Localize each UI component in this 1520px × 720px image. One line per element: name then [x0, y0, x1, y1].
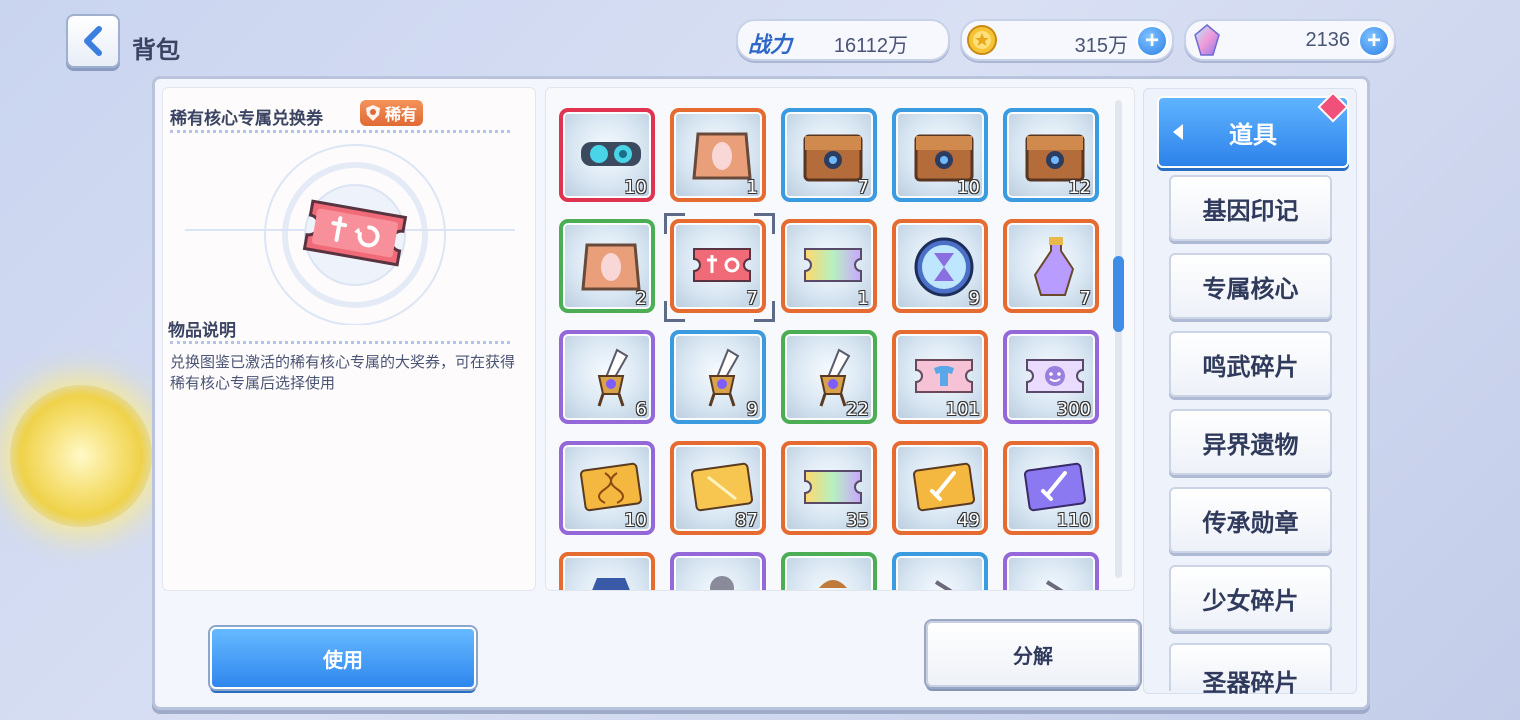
selection-bracket: [754, 301, 775, 322]
item-grid: 10 1 7 10 12 2 7 1 9 7 6 9 22 101 300 10 87 35 49 110: [545, 87, 1135, 591]
rarity-label: 稀有: [385, 107, 418, 124]
inventory-slot[interactable]: [559, 552, 655, 590]
item-quantity: 35: [846, 510, 869, 531]
category-label: 少女碎片: [1202, 587, 1299, 615]
item-quantity: 10: [957, 177, 980, 198]
item-quantity: 49: [957, 510, 980, 531]
inventory-slot[interactable]: 1: [670, 108, 766, 202]
selection-bracket: [754, 213, 775, 234]
inventory-slot[interactable]: 12: [1003, 108, 1099, 202]
item-quantity: 7: [857, 177, 869, 198]
category-tab[interactable]: 异界遗物: [1169, 409, 1332, 475]
item-quantity: 12: [1068, 177, 1091, 198]
inventory-slot[interactable]: 10: [559, 108, 655, 202]
decompose-button[interactable]: 分解: [926, 621, 1140, 687]
inventory-slot[interactable]: 300: [1003, 330, 1099, 424]
inventory-slot[interactable]: 35: [781, 441, 877, 535]
power-display: 战力 16112万: [736, 19, 950, 61]
gold-display: 315万 +: [960, 19, 1174, 61]
item-quantity: 101: [945, 399, 980, 420]
item-quantity: 9: [746, 399, 758, 420]
divider: [170, 341, 510, 344]
rarity-badge: 稀有: [360, 100, 424, 126]
item-quantity: 1: [746, 177, 758, 198]
grid-scrollbar[interactable]: [1115, 100, 1122, 578]
selection-bracket: [664, 213, 685, 234]
chevron-left-icon: [84, 26, 102, 56]
category-label: 异界遗物: [1202, 431, 1299, 459]
rarity-shield-icon: [366, 105, 380, 121]
category-tab[interactable]: 少女碎片: [1169, 565, 1332, 631]
inventory-slot[interactable]: 2: [559, 219, 655, 313]
inventory-slot[interactable]: 10: [892, 108, 988, 202]
category-tab[interactable]: 鸣武碎片: [1169, 331, 1332, 397]
item-quantity: 22: [846, 399, 869, 420]
category-label: 道具: [1229, 121, 1277, 149]
exchange-ticket-icon: [302, 199, 408, 267]
inventory-slot[interactable]: 101: [892, 330, 988, 424]
category-tab[interactable]: 基因印记: [1169, 175, 1332, 241]
gem-display: 2136 +: [1184, 19, 1396, 61]
item-name: 稀有核心专属兑换券: [170, 109, 323, 128]
item-quantity: 300: [1056, 399, 1091, 420]
category-label: 圣器碎片: [1202, 670, 1299, 697]
power-label: 战力: [748, 32, 793, 57]
use-button[interactable]: 使用: [210, 627, 476, 689]
inventory-slot[interactable]: 7: [1003, 219, 1099, 313]
inventory-slot[interactable]: 7: [781, 108, 877, 202]
category-tab[interactable]: 传承勋章: [1169, 487, 1332, 553]
gem-value: 2136: [1305, 29, 1351, 51]
gold-value: 315万: [1074, 35, 1128, 57]
sparkle-orb-icon: [10, 385, 152, 527]
grid-scroll-thumb[interactable]: [1113, 256, 1124, 332]
item-quantity: 110: [1056, 510, 1091, 531]
category-label: 基因印记: [1202, 197, 1299, 225]
inventory-slot[interactable]: 87: [670, 441, 766, 535]
add-gem-button[interactable]: +: [1358, 25, 1390, 57]
category-label: 鸣武碎片: [1202, 353, 1299, 381]
inventory-slot[interactable]: 10: [559, 441, 655, 535]
item-quantity: 2: [635, 288, 647, 309]
category-label: 专属核心: [1202, 275, 1299, 303]
crystal-gem-icon: [1194, 24, 1220, 56]
inventory-slot[interactable]: 110: [1003, 441, 1099, 535]
category-tab[interactable]: 圣器碎片: [1169, 643, 1332, 697]
inventory-slot[interactable]: [892, 552, 988, 590]
inventory-slot[interactable]: 22: [781, 330, 877, 424]
triangle-left-icon: [1173, 124, 1183, 140]
power-value: 16112万: [833, 35, 908, 57]
description-title: 物品说明: [168, 321, 236, 340]
inventory-slot[interactable]: 49: [892, 441, 988, 535]
item-quantity: 10: [624, 510, 647, 531]
item-quantity: 9: [968, 288, 980, 309]
item-quantity: 7: [1079, 288, 1091, 309]
gold-coin-icon: [967, 25, 997, 55]
inventory-slot[interactable]: [670, 552, 766, 590]
inventory-slot[interactable]: [1003, 552, 1099, 590]
inventory-slot[interactable]: [781, 552, 877, 590]
item-quantity: 87: [735, 510, 758, 531]
inventory-slot[interactable]: 9: [892, 219, 988, 313]
selection-bracket: [664, 301, 685, 322]
item-quantity: 10: [624, 177, 647, 198]
add-gold-button[interactable]: +: [1136, 25, 1168, 57]
item-quantity: 1: [857, 288, 869, 309]
page-title: 背包: [132, 37, 180, 64]
divider: [170, 130, 510, 133]
back-button[interactable]: [66, 14, 120, 68]
category-tab[interactable]: 专属核心: [1169, 253, 1332, 319]
item-quantity: 6: [635, 399, 647, 420]
category-label: 传承勋章: [1202, 509, 1299, 537]
item-description: 兑换图鉴已激活的稀有核心专属的大奖券，可在获得稀有核心专属后选择使用: [170, 354, 516, 392]
inventory-slot[interactable]: 9: [670, 330, 766, 424]
inventory-slot[interactable]: 6: [559, 330, 655, 424]
inventory-slot[interactable]: 1: [781, 219, 877, 313]
